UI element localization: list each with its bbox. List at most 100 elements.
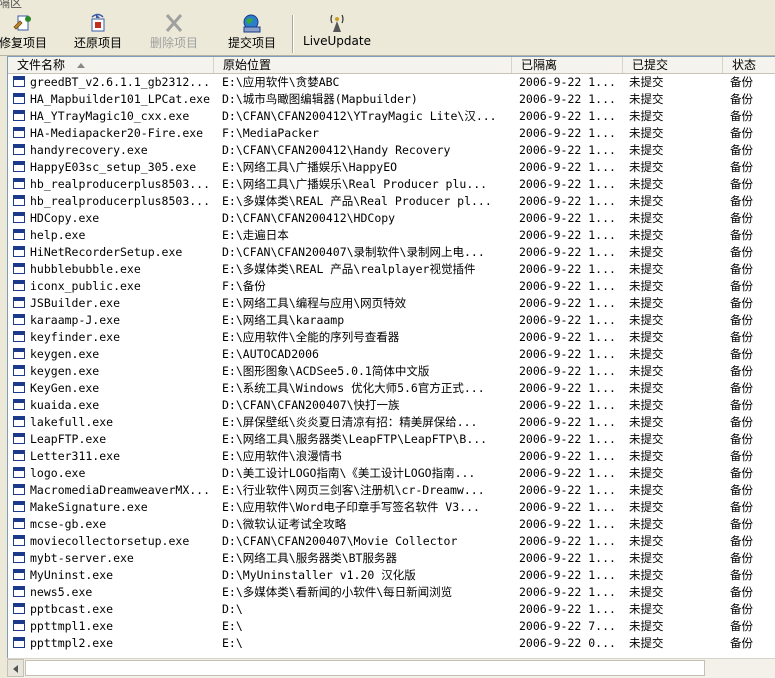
cell-quarantined: 2006-9-22 1...	[519, 296, 616, 310]
cell-quarantined: 2006-9-22 1...	[519, 381, 616, 395]
table-row[interactable]: karaamp-J.exe E:\网络工具\karaamp 2006-9-22 1.…	[8, 312, 775, 329]
recover-button[interactable]: 还原项目	[70, 11, 126, 53]
table-row[interactable]: mybt-server.exe E:\网络工具\服务器类\BT服务器 2006-9-…	[8, 550, 775, 567]
cell-name: keygen.exe	[30, 364, 100, 378]
file-icon	[13, 263, 25, 274]
cell-location: D:\CFAN\CFAN200412\Handy Recovery	[222, 143, 451, 157]
cell-location: D:\	[222, 602, 243, 616]
table-row[interactable]: keygen.exe E:\图形图象\ACDSee5.0.1简体中文版 2006-9…	[8, 363, 775, 380]
cell-quarantined: 2006-9-22 1...	[519, 517, 616, 531]
file-icon	[13, 382, 25, 393]
table-row[interactable]: iconx_public.exe F:\备份 2006-9-22 1... 未提交 备份	[8, 278, 775, 295]
table-row[interactable]: HappyE03sc_setup_305.exe E:\网络工具\广播娱乐\Hap…	[8, 159, 775, 176]
file-icon	[13, 144, 25, 155]
cell-quarantined: 2006-9-22 1...	[519, 245, 616, 259]
table-row[interactable]: LeapFTP.exe E:\网络工具\服务器类\LeapFTP\LeapFTP\…	[8, 431, 775, 448]
cell-location: F:\备份	[222, 279, 266, 293]
table-row[interactable]: logo.exe D:\美工设计LOGO指南\《美工设计LOGO指南... 2006…	[8, 465, 775, 482]
cell-quarantined: 2006-9-22 1...	[519, 160, 616, 174]
cell-location: E:\AUTOCAD2006	[222, 347, 319, 361]
cell-submitted: 未提交	[629, 347, 664, 361]
table-row[interactable]: mcse-gb.exe D:\微软认证考试全攻略 2006-9-22 1... 未提交…	[8, 516, 775, 533]
cell-status: 备份	[730, 398, 753, 412]
cell-quarantined: 2006-9-22 1...	[519, 109, 616, 123]
file-icon	[13, 399, 25, 410]
cell-location: E:\	[222, 619, 243, 633]
cell-status: 备份	[730, 347, 753, 361]
submit-button[interactable]: 提交项目	[224, 11, 280, 53]
cell-location: D:\CFAN\CFAN200407\Movie Collector	[222, 534, 458, 548]
table-row[interactable]: HA_YTrayMagic10_cxx.exe D:\CFAN\CFAN20041…	[8, 108, 775, 125]
cell-location: F:\MediaPacker	[222, 126, 319, 140]
table-row[interactable]: lakefull.exe E:\屏保壁纸\炎炎夏日清凉有招：精美屏保给... 200…	[8, 414, 775, 431]
cell-quarantined: 2006-9-22 1...	[519, 568, 616, 582]
cell-location: E:\应用软件\贪婪ABC	[222, 75, 340, 89]
table-row[interactable]: HA-Mediapacker20-Fire.exe F:\MediaPacker 2…	[8, 125, 775, 142]
cell-submitted: 未提交	[629, 636, 664, 650]
cell-location: D:\CFAN\CFAN200407\录制软件\录制网上电...	[222, 245, 485, 259]
table-row[interactable]: KeyGen.exe E:\系统工具\Windows 优化大师5.6官方正式...…	[8, 380, 775, 397]
table-row[interactable]: help.exe E:\走遍日本 2006-9-22 1... 未提交 备份	[8, 227, 775, 244]
table-row[interactable]: Letter311.exe E:\应用软件\浪漫情书 2006-9-22 1... 未…	[8, 448, 775, 465]
column-header-submitted[interactable]: 已提交	[623, 57, 723, 73]
list-header: 文件名称 原始位置 已隔离 已提交 状态	[8, 57, 775, 74]
cell-quarantined: 2006-9-22 1...	[519, 194, 616, 208]
restore-button[interactable]: 修复项目	[0, 11, 48, 53]
cell-location: E:\网络工具\广播娱乐\Real Producer plu...	[222, 177, 488, 191]
cell-submitted: 未提交	[629, 534, 664, 548]
table-row[interactable]: hb_realproducerplus8503... E:\多媒体类\REAL 产…	[8, 193, 775, 210]
cell-status: 备份	[730, 313, 753, 327]
cell-submitted: 未提交	[629, 500, 664, 514]
table-row[interactable]: MyUninst.exe D:\MyUninstaller v1.20 汉化版 20…	[8, 567, 775, 584]
table-row[interactable]: HDCopy.exe D:\CFAN\CFAN200412\HDCopy 2006-…	[8, 210, 775, 227]
cell-quarantined: 2006-9-22 1...	[519, 466, 616, 480]
column-header-name[interactable]: 文件名称	[8, 57, 214, 73]
table-row[interactable]: ppttmpl2.exe E:\ 2006-9-22 0... 未提交 备份	[8, 635, 775, 652]
cell-status: 备份	[730, 160, 753, 174]
liveupdate-button[interactable]: LiveUpdate	[300, 11, 374, 53]
table-row[interactable]: HA_Mapbuilder101_LPCat.exe D:\城市鸟瞰图编辑器(Ma…	[8, 91, 775, 108]
column-header-quarantined[interactable]: 已隔离	[512, 57, 623, 73]
cell-name: help.exe	[30, 228, 86, 242]
cell-location: E:\应用软件\浪漫情书	[222, 449, 342, 463]
table-row[interactable]: hb_realproducerplus8503... E:\网络工具\广播娱乐\R…	[8, 176, 775, 193]
table-row[interactable]: greedBT_v2.6.1.1_gb2312... E:\应用软件\贪婪ABC 2…	[8, 74, 775, 91]
table-row[interactable]: ppttmpl1.exe E:\ 2006-9-22 7... 未提交 备份	[8, 618, 775, 635]
table-row[interactable]: news5.exe E:\多媒体类\看新闻的小软件\每日新闻浏览 2006-9-22…	[8, 584, 775, 601]
recover-icon	[91, 13, 105, 32]
table-row[interactable]: MakeSignature.exe E:\应用软件\Word电子印章手写签名软件 …	[8, 499, 775, 516]
cell-submitted: 未提交	[629, 364, 664, 378]
table-row[interactable]: MacromediaDreamweaverMX... E:\行业软件\网页三剑客\…	[8, 482, 775, 499]
table-row[interactable]: JSBuilder.exe E:\网络工具\编程与应用\网页特效 2006-9-22…	[8, 295, 775, 312]
cell-status: 备份	[730, 330, 753, 344]
cell-submitted: 未提交	[629, 551, 664, 565]
file-icon	[13, 637, 25, 648]
table-row[interactable]: keyfinder.exe E:\应用软件\全能的序列号查看器 2006-9-22 …	[8, 329, 775, 346]
cell-location: D:\CFAN\CFAN200412\YTrayMagic Lite\汉...	[222, 109, 497, 123]
cell-name: iconx_public.exe	[30, 279, 141, 293]
table-row[interactable]: handyrecovery.exe D:\CFAN\CFAN200412\Hand…	[8, 142, 775, 159]
horizontal-scrollbar[interactable]	[7, 658, 775, 678]
liveupdate-antenna-icon	[330, 14, 344, 32]
cell-quarantined: 2006-9-22 1...	[519, 415, 616, 429]
file-icon	[13, 620, 25, 631]
cell-name: keygen.exe	[30, 347, 100, 361]
quarantine-list[interactable]: 文件名称 原始位置 已隔离 已提交 状态 greedBT_v2.6.1.1_gb…	[7, 56, 775, 678]
column-header-location[interactable]: 原始位置	[214, 57, 512, 73]
column-header-status[interactable]: 状态	[723, 57, 775, 73]
scroll-left-arrow-icon[interactable]	[7, 659, 24, 677]
scrollbar-thumb[interactable]	[25, 660, 705, 676]
delete-button[interactable]: 删除项目	[146, 11, 202, 53]
table-row[interactable]: moviecollectorsetup.exe D:\CFAN\CFAN20040…	[8, 533, 775, 550]
table-row[interactable]: HiNetRecorderSetup.exe D:\CFAN\CFAN200407…	[8, 244, 775, 261]
table-row[interactable]: keygen.exe E:\AUTOCAD2006 2006-9-22 1... 未提…	[8, 346, 775, 363]
cell-submitted: 未提交	[629, 279, 664, 293]
table-row[interactable]: pptbcast.exe D:\ 2006-9-22 1... 未提交 备份	[8, 601, 775, 618]
cell-submitted: 未提交	[629, 109, 664, 123]
cell-location: E:\网络工具\广播娱乐\HappyEO	[222, 160, 398, 174]
table-row[interactable]: kuaida.exe D:\CFAN\CFAN200407\快打一族 2006-9-…	[8, 397, 775, 414]
table-row[interactable]: hubblebubble.exe E:\多媒体类\REAL 产品\realplay…	[8, 261, 775, 278]
cell-submitted: 未提交	[629, 228, 664, 242]
cell-status: 备份	[730, 483, 753, 497]
cell-location: E:\应用软件\Word电子印章手写签名软件 V3...	[222, 500, 480, 514]
